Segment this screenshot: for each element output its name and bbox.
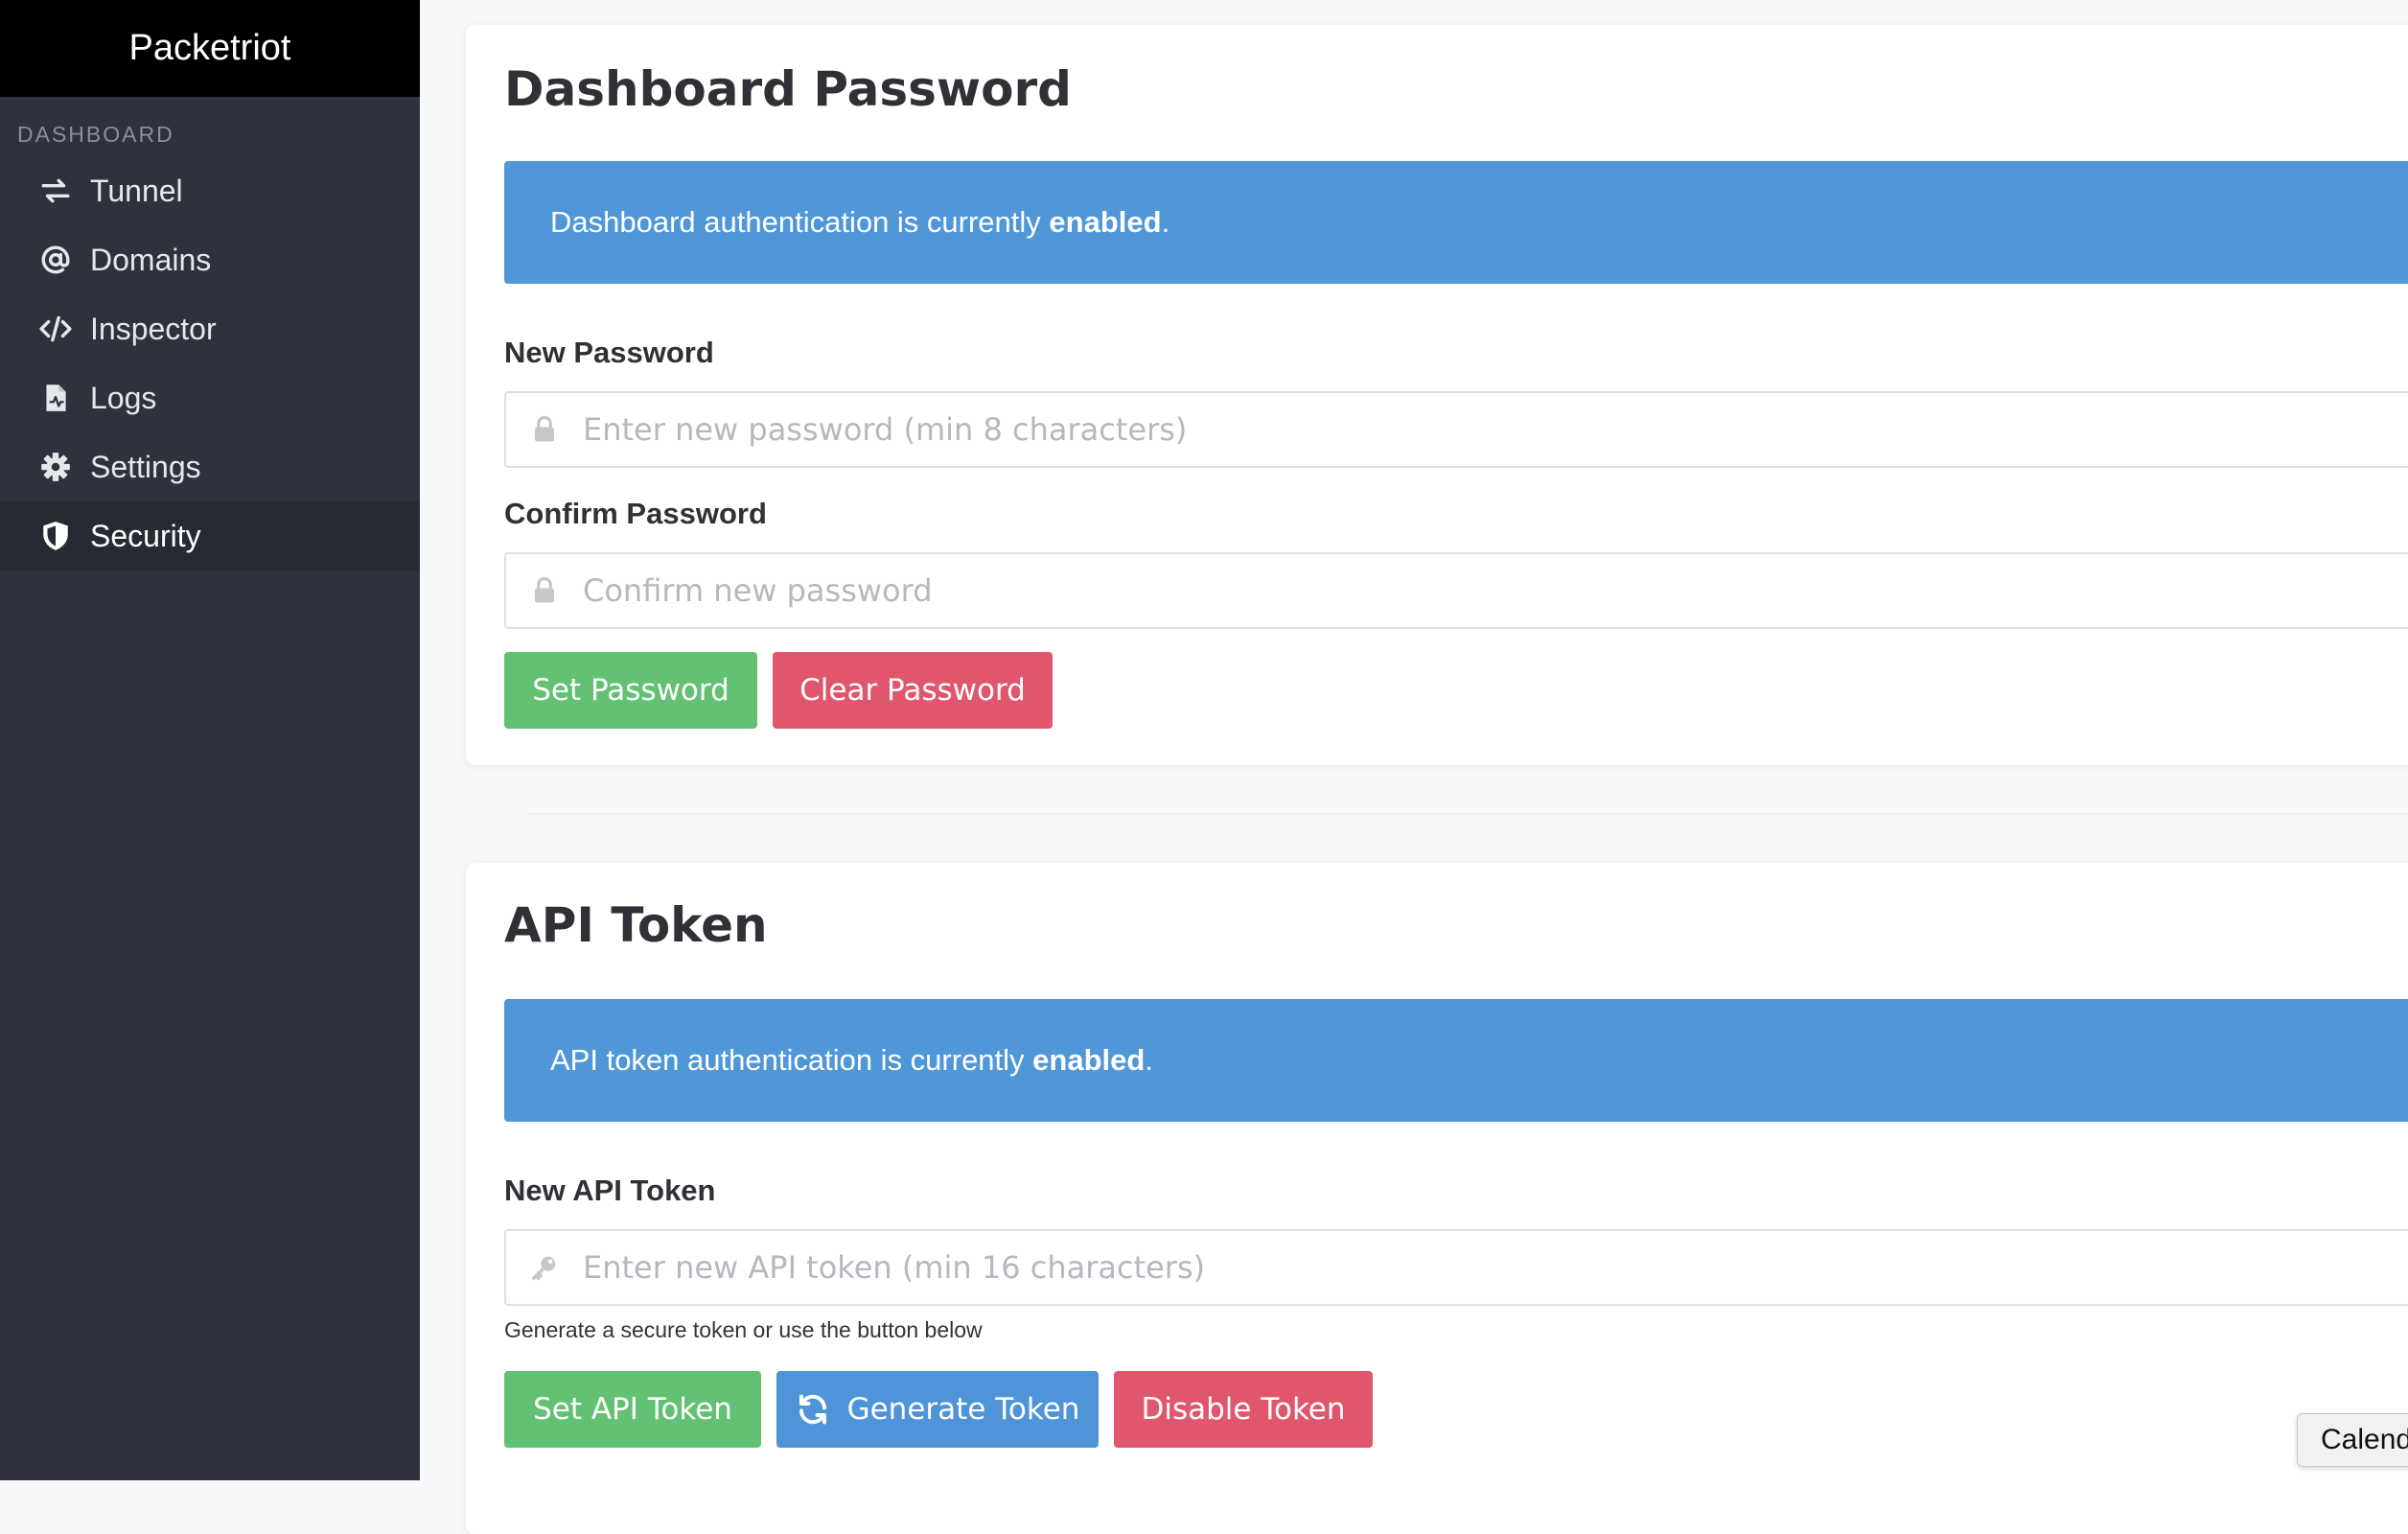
api-token-card: API Token API token authentication is cu… bbox=[466, 863, 2408, 1534]
new-password-field bbox=[504, 391, 2408, 468]
new-api-token-field bbox=[504, 1229, 2408, 1306]
api-token-status-alert: API token authentication is currently en… bbox=[504, 999, 2408, 1122]
status-value: enabled bbox=[1049, 205, 1162, 239]
sidebar-section-label: DASHBOARD bbox=[17, 122, 174, 147]
password-card: Dashboard Password Dashboard authenticat… bbox=[466, 25, 2408, 765]
sidebar-item-label: Tunnel bbox=[90, 173, 183, 208]
sidebar-item-label: Domains bbox=[90, 242, 212, 277]
file-chart-icon bbox=[36, 379, 75, 417]
sidebar-item-label: Logs bbox=[90, 380, 157, 415]
exchange-arrows-icon bbox=[36, 172, 75, 210]
alert-text: Dashboard authentication is currently en… bbox=[550, 205, 1170, 239]
set-password-button[interactable]: Set Password bbox=[504, 652, 757, 729]
confirm-password-label: Confirm Password bbox=[504, 497, 767, 530]
refresh-icon bbox=[796, 1392, 830, 1427]
password-section-title: Dashboard Password bbox=[504, 61, 1072, 117]
api-token-section-title: API Token bbox=[504, 897, 768, 953]
sidebar-item-label: Inspector bbox=[90, 311, 217, 346]
confirm-password-field bbox=[504, 552, 2408, 629]
sidebar-item-security[interactable]: Security bbox=[0, 501, 420, 570]
sidebar-item-domains[interactable]: Domains bbox=[0, 225, 420, 294]
confirm-password-input[interactable] bbox=[583, 572, 2408, 609]
sidebar-nav: Tunnel Domains Inspector Logs Settings S… bbox=[0, 156, 420, 570]
generate-token-label: Generate Token bbox=[846, 1392, 1080, 1427]
calendar-tooltip: Calend bbox=[2297, 1413, 2408, 1467]
sidebar-item-label: Security bbox=[90, 518, 201, 553]
sidebar-item-settings[interactable]: Settings bbox=[0, 432, 420, 501]
new-api-token-label: New API Token bbox=[504, 1174, 716, 1207]
sidebar-item-logs[interactable]: Logs bbox=[0, 363, 420, 432]
new-api-token-input[interactable] bbox=[583, 1249, 2408, 1286]
generate-token-button[interactable]: Generate Token bbox=[776, 1371, 1099, 1448]
code-icon bbox=[36, 310, 75, 348]
password-status-alert: Dashboard authentication is currently en… bbox=[504, 161, 2408, 284]
brand-title[interactable]: Packetriot bbox=[0, 0, 420, 97]
sidebar-item-inspector[interactable]: Inspector bbox=[0, 294, 420, 363]
disable-token-button[interactable]: Disable Token bbox=[1114, 1371, 1373, 1448]
section-divider bbox=[527, 813, 2408, 815]
new-password-label: New Password bbox=[504, 336, 714, 369]
lock-icon bbox=[506, 576, 583, 605]
sidebar: Packetriot DASHBOARD Tunnel Domains Insp… bbox=[0, 0, 420, 1480]
gear-icon bbox=[36, 448, 75, 486]
sidebar-item-label: Settings bbox=[90, 449, 201, 484]
main-content: Dashboard Password Dashboard authenticat… bbox=[420, 0, 2408, 1534]
sidebar-item-tunnel[interactable]: Tunnel bbox=[0, 156, 420, 225]
clear-password-button[interactable]: Clear Password bbox=[773, 652, 1053, 729]
set-api-token-button[interactable]: Set API Token bbox=[504, 1371, 761, 1448]
alert-text: API token authentication is currently en… bbox=[550, 1043, 1153, 1077]
status-value: enabled bbox=[1032, 1043, 1146, 1077]
new-password-input[interactable] bbox=[583, 411, 2408, 448]
api-token-help-text: Generate a secure token or use the butto… bbox=[504, 1317, 983, 1342]
key-icon bbox=[506, 1253, 583, 1282]
lock-icon bbox=[506, 415, 583, 444]
at-sign-icon bbox=[36, 241, 75, 279]
shield-icon bbox=[36, 517, 75, 555]
